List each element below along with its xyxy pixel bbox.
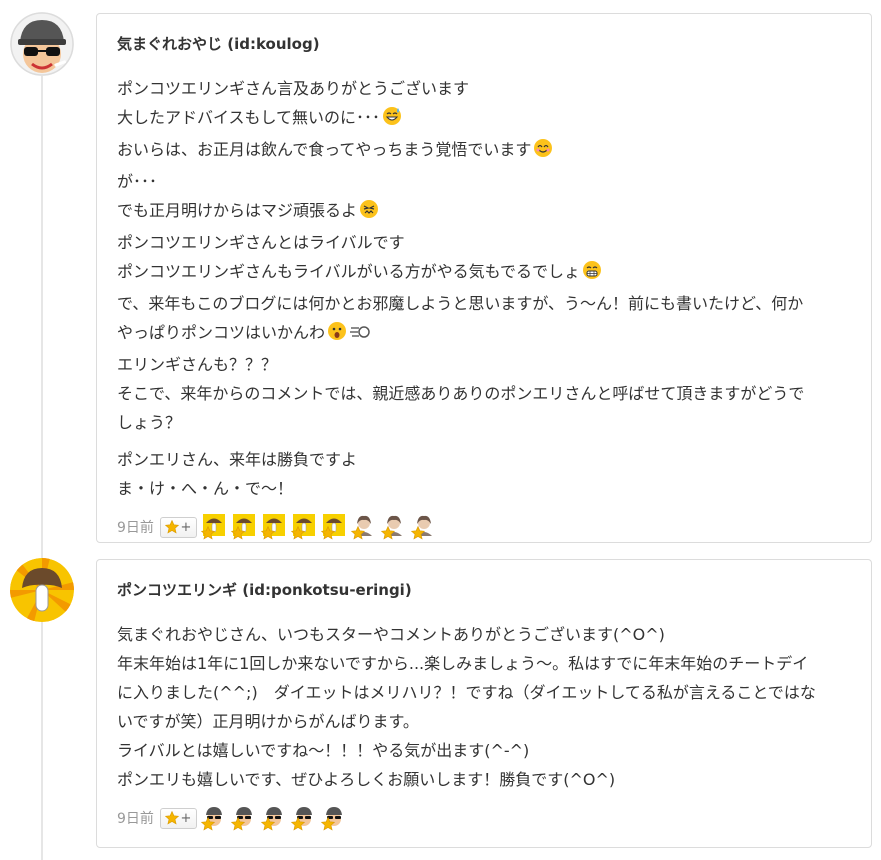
comment-line: で、来年もこのブログには何かとお邪魔しようと思いますが、う～ん！前にも書いたけど… xyxy=(117,294,804,313)
comment-line: おいらは、お正月は飲んで食ってやっちまう覚悟でいます xyxy=(117,135,849,167)
comment-line: やっぱりポンコツはいかんわ xyxy=(117,318,849,350)
star-mushroom-user[interactable] xyxy=(320,514,345,540)
comment-card-ponkotsu-eringi: ポンコツエリンギ (id:ponkotsu-eringi) 気まぐれおやじさん、… xyxy=(96,559,872,848)
comment-line: 気まぐれおやじさん、いつもスターやコメントありがとうございます(^O^) xyxy=(117,625,665,644)
comment-body: 気まぐれおやじさん、いつもスターやコメントありがとうございます(^O^) 年末年… xyxy=(117,620,849,794)
star-koulog-user[interactable] xyxy=(230,805,255,831)
star-icon xyxy=(165,811,180,825)
star-koulog-user[interactable] xyxy=(320,805,345,831)
comment-line: ライバルとは嬉しいですね～！！！やる気が出ます(^-^) xyxy=(117,741,530,760)
comment-paragraph: 気まぐれおやじさん、いつもスターやコメントありがとうございます(^O^) 年末年… xyxy=(117,620,849,794)
comment-line: エリンギさんも？？？ xyxy=(117,355,278,374)
comment-line: ポンエリさん、来年は勝負ですよ xyxy=(117,450,358,469)
star-user[interactable] xyxy=(350,514,375,540)
dash-emoji-icon xyxy=(349,321,371,350)
comment-line: ま・け・へ・ん・で～！ xyxy=(117,479,294,498)
star-mushroom-user[interactable] xyxy=(260,514,285,540)
comment-line: 年末年始は1年に1回しか来ないですから...楽しみましょう～。私はすでに年末年始… xyxy=(117,654,809,673)
avatar-koulog[interactable] xyxy=(10,12,74,76)
comment-line: ポンエリも嬉しいです、ぜひよろしくお願いします！勝負です(^O^) xyxy=(117,770,616,789)
comment-timestamp[interactable]: 9日前 xyxy=(117,808,154,828)
comment-line: 大したアドバイスもして無いのに･･･ xyxy=(117,103,849,135)
comment-line: ポンコツエリンギさんもライバルがいる方がやる気もでるでしょ xyxy=(117,257,849,289)
comment-author[interactable]: ポンコツエリンギ (id:ponkotsu-eringi) xyxy=(117,580,849,600)
star-koulog-user[interactable] xyxy=(260,805,285,831)
comment-line: でも正月明けからはマジ頑張るよ xyxy=(117,196,849,228)
comment-line: ポンコツエリンギさん言及ありがとうございます xyxy=(117,79,470,98)
persevere-emoji-icon xyxy=(359,199,379,228)
comment-line: そこで、来年からのコメントでは、親近感ありありのポンエリさんと呼ばせて頂きますが… xyxy=(117,384,805,403)
comment-paragraph: ポンエリさん、来年は勝負ですよ ま・け・へ・ん・で～！ xyxy=(117,445,849,503)
comment-card-koulog: 気まぐれおやじ (id:koulog) ポンコツエリンギさん言及ありがとうござい… xyxy=(96,13,872,543)
star-mushroom-user[interactable] xyxy=(290,514,315,540)
comment-line: いですが笑）正月明けからがんばります。 xyxy=(117,712,419,731)
star-mushroom-user[interactable] xyxy=(200,514,225,540)
comment-line: が･･･ xyxy=(117,172,158,191)
sweat-smile-emoji-icon xyxy=(382,106,402,135)
smile-emoji-icon xyxy=(533,138,553,167)
astonished-emoji-icon xyxy=(327,321,347,350)
comment-timeline-line xyxy=(41,70,43,860)
star-mushroom-user[interactable] xyxy=(230,514,255,540)
star-user[interactable] xyxy=(410,514,435,540)
star-icon xyxy=(165,520,180,534)
comment-body: ポンコツエリンギさん言及ありがとうございます 大したアドバイスもして無いのに･･… xyxy=(117,74,849,503)
grin-emoji-icon xyxy=(582,260,602,289)
comment-footer: 9日前 + xyxy=(117,804,849,832)
comment-line: ポンコツエリンギさんとはライバルです xyxy=(117,233,405,252)
comment-line: しょう？ xyxy=(117,413,182,432)
comment-footer: 9日前 + xyxy=(117,513,849,541)
avatar-ponkotsu-eringi[interactable] xyxy=(10,558,74,622)
star-koulog-user[interactable] xyxy=(290,805,315,831)
comment-timestamp[interactable]: 9日前 xyxy=(117,517,154,537)
comment-paragraph: ポンコツエリンギさん言及ありがとうございます 大したアドバイスもして無いのに･･… xyxy=(117,74,849,437)
star-user[interactable] xyxy=(380,514,405,540)
add-star-button[interactable]: + xyxy=(159,807,197,829)
add-star-button[interactable]: + xyxy=(159,516,197,538)
comment-line: に入りました(^^;) ダイエットはメリハリ？！ですね（ダイエットしてる私が言え… xyxy=(117,683,816,702)
comment-author[interactable]: 気まぐれおやじ (id:koulog) xyxy=(117,34,849,54)
star-koulog-user[interactable] xyxy=(200,805,225,831)
